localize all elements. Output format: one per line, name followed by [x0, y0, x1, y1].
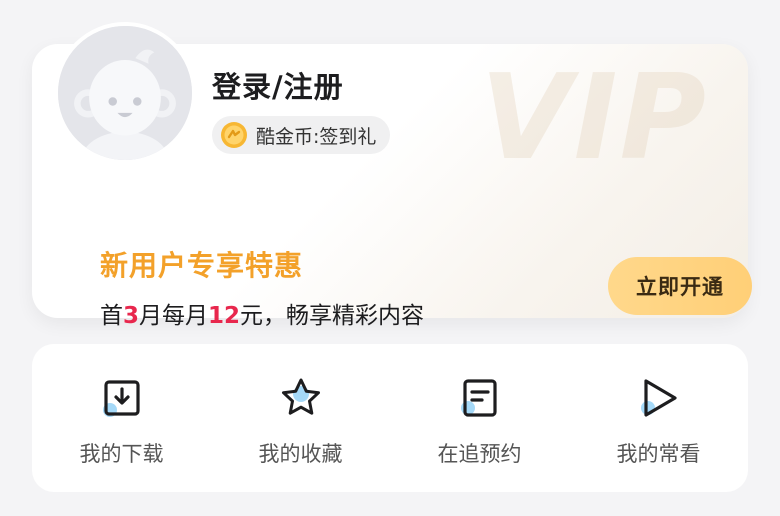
- avatar[interactable]: [54, 22, 196, 164]
- open-vip-button[interactable]: 立即开通: [608, 257, 752, 315]
- my-favorites-entry[interactable]: 我的收藏: [211, 344, 390, 492]
- my-favorites-label: 我的收藏: [258, 442, 343, 466]
- my-frequently-watched-entry[interactable]: 我的常看: [569, 344, 748, 492]
- my-downloads-entry[interactable]: 我的下载: [32, 344, 211, 492]
- promo-desc-prefix: 首: [100, 303, 123, 329]
- following-reservations-label: 在追预约: [437, 442, 522, 466]
- mine-page: VIP 新用户专享特惠 首3月每月12元，畅享精彩内容 立即开通 登录/注册 酷…: [0, 0, 780, 516]
- promo-desc-middle: 月每月: [139, 303, 209, 329]
- quick-actions-card: 我的下载 我的收藏 在追预约 我的常看: [32, 344, 748, 492]
- play-icon: [635, 374, 683, 422]
- following-reservations-entry[interactable]: 在追预约: [390, 344, 569, 492]
- gold-coin-icon: [221, 122, 247, 148]
- my-frequently-watched-label: 我的常看: [616, 442, 701, 466]
- my-downloads-label: 我的下载: [79, 442, 164, 466]
- star-icon: [277, 374, 325, 422]
- cool-coin-checkin-pill[interactable]: 酷金币:签到礼: [212, 116, 391, 154]
- vip-watermark: VIP: [480, 48, 708, 186]
- default-avatar-icon: [58, 26, 192, 160]
- promo-price: 12: [208, 303, 241, 329]
- login-register-link[interactable]: 登录/注册: [212, 64, 344, 106]
- download-icon: [98, 374, 146, 422]
- coin-label: 酷金币:签到礼: [256, 125, 377, 148]
- promo-description: 首3月每月12元，畅享精彩内容: [100, 296, 424, 330]
- bookmark-list-icon: [456, 374, 504, 422]
- promo-desc-suffix: 元，畅享精彩内容: [240, 303, 425, 329]
- promo-months: 3: [123, 303, 140, 329]
- promo-title: 新用户专享特惠: [100, 249, 304, 282]
